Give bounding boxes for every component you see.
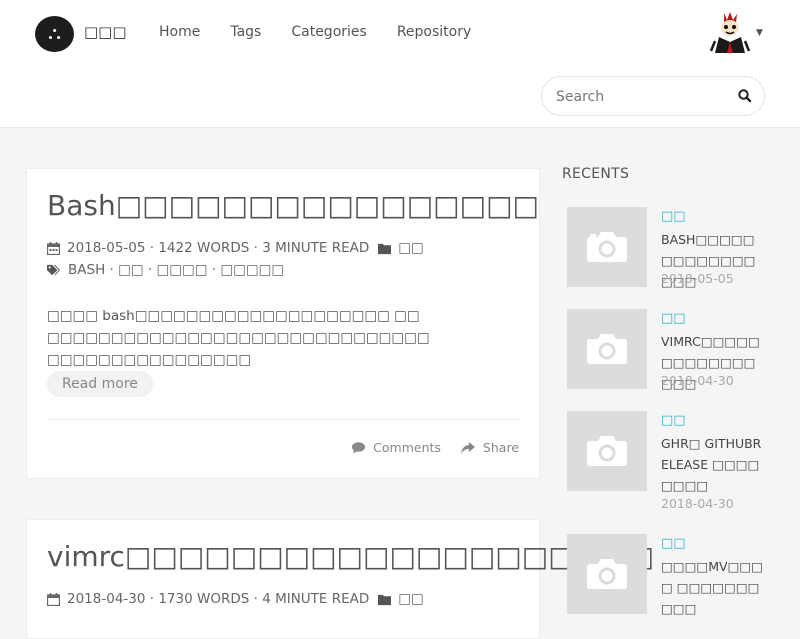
post-tags: BASH · □□ · □□□□ · □□□□□ [47, 262, 284, 278]
nav-repository[interactable]: Repository [397, 22, 471, 42]
post-actions: Comments Share [352, 440, 519, 455]
comment-icon [352, 441, 366, 453]
recent-title[interactable]: □□□□MV□□□□ □□□□□□□□□□ [661, 556, 766, 619]
post-title[interactable]: Bash□□□□□□□□□□□□□□□□ [47, 189, 539, 222]
recent-item: □□ VIMRC□□□□□□□□□□□□□□□□ 2018-04-30 [567, 309, 797, 399]
meta-separator: · [249, 591, 263, 607]
post-thumbnail[interactable] [567, 534, 647, 614]
share-label: Share [482, 440, 519, 455]
recent-date: 2018-05-05 [661, 271, 734, 286]
site-header: ⛬ □□□ Home Tags Categories Repository ▼ [0, 0, 800, 128]
nav-categories[interactable]: Categories [291, 22, 366, 42]
post-date: 2018-05-05 [67, 240, 146, 256]
search-box [541, 76, 765, 116]
divider [47, 419, 521, 420]
recent-date: 2018-04-30 [661, 373, 734, 388]
post-card: vimrc□□□□□□□□□□□□□□□□□□□□ 2018-04-30 · 1… [26, 519, 654, 639]
post-word-count: 1422 WORDS [158, 240, 250, 256]
avatar[interactable] [709, 11, 751, 53]
meta-separator: · [145, 591, 159, 607]
recent-item: □□ GHR□ GITHUBRELEASE □□□□□□□□ 2018-04-3… [567, 411, 797, 521]
nav-home[interactable]: Home [159, 22, 200, 42]
post-meta: 2018-05-05 · 1422 WORDS · 3 MINUTE READ … [47, 240, 424, 256]
post-thumbnail[interactable] [567, 309, 647, 389]
read-more-button[interactable]: Read more [47, 371, 153, 397]
recent-category[interactable]: □□ [661, 311, 686, 326]
main-nav: Home Tags Categories Repository [159, 22, 471, 42]
folder-icon [378, 243, 392, 254]
post-tag-list[interactable]: BASH · □□ · □□□□ · □□□□□ [68, 262, 284, 278]
search-input[interactable] [556, 86, 726, 108]
meta-separator: · [249, 240, 263, 256]
post-word-count: 1730 WORDS [158, 591, 250, 607]
comments-label: Comments [373, 440, 441, 455]
calendar-icon [47, 592, 60, 606]
recent-date: 2018-04-30 [661, 496, 734, 511]
user-menu[interactable]: ▼ [709, 11, 767, 53]
post-category[interactable]: □□ [398, 240, 424, 256]
logo-glyph: ⛬ [48, 23, 61, 44]
caret-down-icon[interactable]: ▼ [756, 28, 763, 38]
post-title[interactable]: vimrc□□□□□□□□□□□□□□□□□□□□ [47, 540, 654, 573]
recent-item: □□ BASH□□□□□□□□□□□□□□□□ 2018-05-05 [567, 207, 797, 297]
camera-icon [587, 559, 627, 589]
site-logo[interactable]: ⛬ [35, 16, 74, 52]
tags-icon [47, 264, 60, 275]
post-read-time: 3 MINUTE READ [262, 240, 370, 256]
post-category[interactable]: □□ [398, 591, 424, 607]
recent-item: □□ □□□□MV□□□□ □□□□□□□□□□ [567, 534, 797, 616]
camera-icon [587, 232, 627, 262]
post-thumbnail[interactable] [567, 411, 647, 491]
post-card: Bash□□□□□□□□□□□□□□□□ 2018-05-05 · 1422 W… [26, 168, 540, 479]
camera-icon [587, 334, 627, 364]
camera-icon [587, 436, 627, 466]
post-meta: 2018-04-30 · 1730 WORDS · 4 MINUTE READ … [47, 591, 424, 607]
comments-link[interactable]: Comments [352, 440, 441, 455]
share-link[interactable]: Share [460, 440, 519, 455]
post-excerpt: □□□□ bash□□□□□□□□□□□□□□□□□□□□ □□ □□□□□□□… [47, 308, 430, 368]
recent-title[interactable]: GHR□ GITHUBRELEASE □□□□□□□□ [661, 433, 766, 496]
post-read-time: 4 MINUTE READ [262, 591, 370, 607]
search-icon[interactable] [737, 88, 753, 104]
nav-tags[interactable]: Tags [230, 22, 261, 42]
share-icon [460, 441, 475, 454]
site-name[interactable]: □□□ [84, 23, 127, 41]
recent-category[interactable]: □□ [661, 413, 686, 428]
calendar-icon [47, 241, 60, 255]
recents-heading: RECENTS [562, 166, 630, 182]
recent-category[interactable]: □□ [661, 536, 686, 551]
folder-icon [378, 594, 392, 605]
recent-category[interactable]: □□ [661, 209, 686, 224]
meta-separator: · [145, 240, 159, 256]
post-date: 2018-04-30 [67, 591, 146, 607]
post-thumbnail[interactable] [567, 207, 647, 287]
